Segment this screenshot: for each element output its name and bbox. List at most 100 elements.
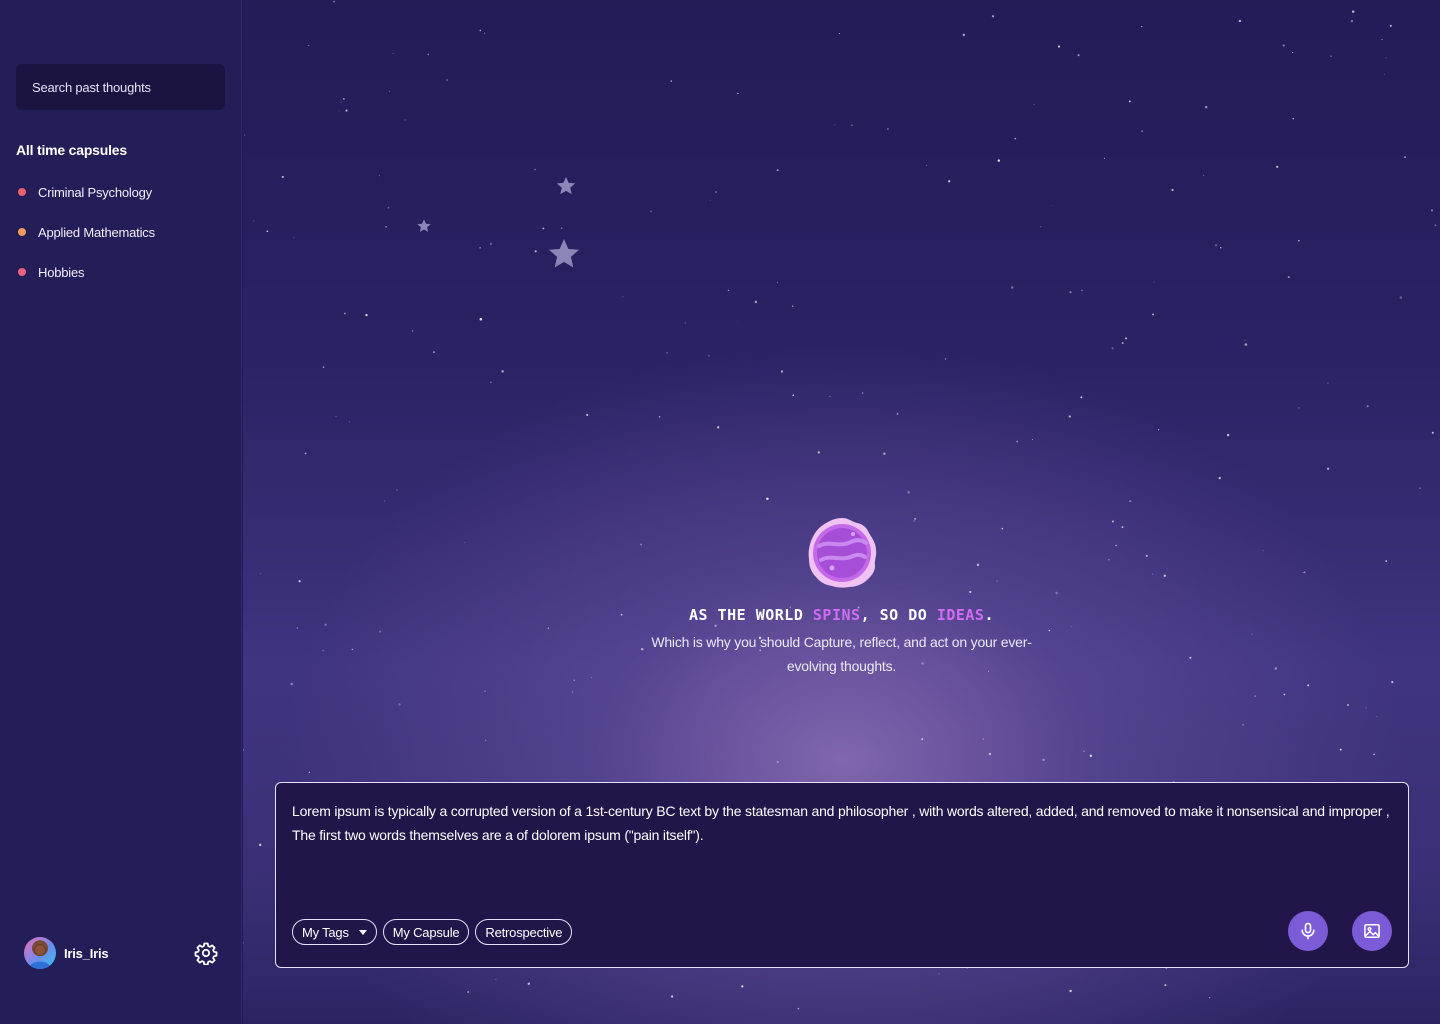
background-star bbox=[1404, 156, 1406, 158]
background-star bbox=[1016, 440, 1018, 443]
background-star bbox=[776, 169, 779, 172]
background-star bbox=[573, 679, 575, 681]
background-star bbox=[304, 452, 307, 455]
background-star bbox=[479, 317, 483, 321]
background-star bbox=[495, 978, 497, 980]
background-star bbox=[1051, 205, 1053, 207]
background-star bbox=[883, 452, 886, 455]
background-star bbox=[586, 413, 589, 417]
background-star bbox=[1040, 226, 1042, 228]
background-star bbox=[345, 109, 348, 112]
background-star bbox=[907, 490, 910, 494]
settings-button[interactable] bbox=[194, 941, 218, 966]
background-star bbox=[281, 175, 284, 178]
avatar[interactable] bbox=[24, 937, 56, 969]
thought-composer[interactable]: Lorem ipsum is typically a corrupted ver… bbox=[275, 782, 1409, 968]
star-icon bbox=[556, 176, 576, 195]
background-star bbox=[479, 29, 482, 32]
chip-label: Retrospective bbox=[485, 924, 563, 940]
retrospective-chip[interactable]: Retrospective bbox=[475, 919, 573, 945]
background-star bbox=[243, 749, 245, 751]
background-star bbox=[1347, 704, 1349, 706]
background-star bbox=[797, 1007, 800, 1010]
background-star bbox=[658, 415, 661, 418]
background-star bbox=[1276, 165, 1279, 169]
search-input[interactable]: Search past thoughts bbox=[16, 64, 225, 110]
background-star bbox=[1033, 104, 1035, 106]
background-star bbox=[1219, 247, 1222, 249]
background-star bbox=[886, 128, 889, 130]
background-star bbox=[253, 220, 255, 222]
background-star bbox=[542, 227, 545, 230]
my-capsule-chip[interactable]: My Capsule bbox=[382, 919, 470, 945]
background-star bbox=[243, 942, 244, 944]
background-star bbox=[1121, 342, 1124, 345]
sidebar: Search past thoughts All time capsules C… bbox=[0, 0, 242, 1024]
background-star bbox=[1081, 289, 1083, 292]
planet-logo-icon bbox=[808, 518, 876, 588]
background-star bbox=[343, 312, 346, 315]
background-star bbox=[534, 168, 536, 171]
background-star bbox=[709, 199, 711, 201]
background-star bbox=[921, 738, 924, 741]
background-star bbox=[754, 300, 758, 304]
background-star bbox=[1330, 55, 1332, 57]
background-star bbox=[1241, 723, 1245, 726]
background-star bbox=[258, 843, 262, 847]
capsule-item-hobbies[interactable]: Hobbies bbox=[16, 262, 155, 282]
background-star bbox=[446, 79, 448, 81]
background-star bbox=[1365, 707, 1367, 709]
background-star bbox=[717, 426, 720, 429]
background-star bbox=[308, 45, 310, 46]
background-star bbox=[484, 32, 486, 34]
background-star bbox=[338, 110, 340, 112]
background-star bbox=[1171, 188, 1174, 192]
background-star bbox=[727, 289, 730, 292]
background-star bbox=[1389, 24, 1392, 27]
background-star bbox=[1283, 693, 1286, 696]
background-star bbox=[1152, 313, 1154, 316]
background-star bbox=[534, 250, 537, 253]
background-star bbox=[1373, 753, 1375, 756]
capsule-color-dot bbox=[18, 228, 26, 236]
background-star bbox=[861, 392, 864, 394]
background-star bbox=[411, 330, 414, 332]
background-star bbox=[1282, 44, 1285, 47]
caret-down-icon bbox=[358, 929, 367, 935]
background-star bbox=[1366, 405, 1369, 408]
background-star bbox=[1292, 118, 1294, 120]
voice-record-button[interactable] bbox=[1288, 911, 1328, 951]
background-star bbox=[432, 351, 436, 354]
background-star bbox=[527, 982, 531, 986]
capsule-list: Criminal Psychology Applied Mathematics … bbox=[16, 182, 155, 302]
composer-textarea[interactable]: Lorem ipsum is typically a corrupted ver… bbox=[292, 799, 1392, 847]
background-star bbox=[1153, 281, 1155, 283]
background-star bbox=[1042, 758, 1045, 762]
background-star bbox=[991, 15, 995, 18]
attach-image-button[interactable] bbox=[1352, 911, 1392, 951]
background-star bbox=[1141, 25, 1143, 28]
tagline-accent: IDEAS bbox=[936, 606, 985, 624]
background-star bbox=[388, 90, 390, 92]
user-profile[interactable]: Iris_Iris bbox=[24, 937, 218, 969]
capsule-label: Hobbies bbox=[38, 264, 85, 280]
chip-label: My Tags bbox=[302, 924, 349, 940]
background-star bbox=[1327, 382, 1329, 384]
background-star bbox=[776, 281, 778, 283]
background-star bbox=[490, 381, 492, 383]
background-star bbox=[1350, 19, 1354, 23]
background-star bbox=[938, 973, 940, 975]
capsule-item-applied-mathematics[interactable]: Applied Mathematics bbox=[16, 222, 155, 242]
background-star bbox=[290, 682, 293, 686]
tagline-text: . bbox=[984, 606, 994, 624]
background-star bbox=[671, 995, 674, 998]
background-star bbox=[1069, 989, 1072, 993]
capsule-item-criminal-psychology[interactable]: Criminal Psychology bbox=[16, 182, 155, 202]
background-star bbox=[561, 227, 563, 229]
background-star bbox=[1209, 997, 1211, 999]
my-tags-dropdown[interactable]: My Tags bbox=[292, 919, 377, 945]
background-star bbox=[838, 33, 840, 34]
background-star bbox=[293, 236, 295, 238]
background-star bbox=[851, 124, 853, 126]
background-star bbox=[427, 53, 430, 56]
